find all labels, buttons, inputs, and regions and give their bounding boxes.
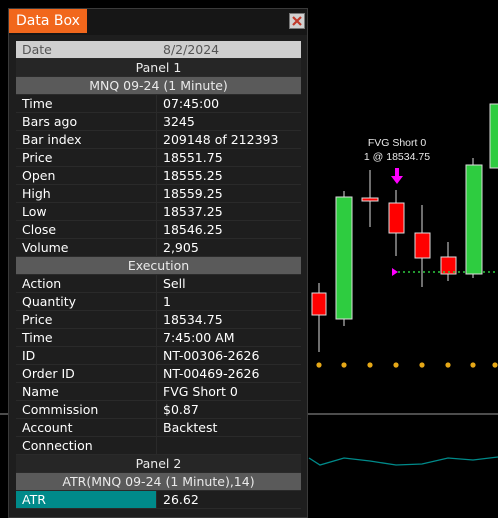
bar-row-value: 18537.25 (163, 204, 223, 219)
execution-row-value: Sell (163, 276, 186, 291)
execution-row: Time 7:45:00 AM (16, 329, 301, 347)
bar-row-value: 07:45:00 (163, 96, 220, 111)
execution-row-label: Name (16, 383, 157, 400)
bar-row-label: Bars ago (16, 113, 157, 130)
bar-row-value: 3245 (163, 114, 195, 129)
execution-row-label: ID (16, 347, 157, 364)
arrow-down-icon[interactable] (391, 168, 403, 184)
execution-row-label: Connection (16, 437, 157, 454)
bar-row-label: Price (16, 149, 157, 166)
execution-row-value: Backtest (163, 420, 218, 435)
date-value: 8/2/2024 (163, 42, 220, 57)
atr-label: ATR (16, 491, 157, 508)
indicator-dots (316, 362, 498, 368)
date-label: Date (22, 42, 52, 57)
bar-row: Bars ago 3245 (16, 113, 301, 131)
execution-row-label: Order ID (16, 365, 157, 382)
candle-bear (388, 202, 405, 234)
panel1-label: Panel 1 (135, 60, 182, 75)
execution-row: Connection (16, 437, 301, 455)
bar-row: High 18559.25 (16, 185, 301, 203)
bar-row: Bar index 209148 of 212393 (16, 131, 301, 149)
execution-row: Account Backtest (16, 419, 301, 437)
candle-bull (335, 196, 353, 320)
execution-row-value (157, 437, 301, 454)
bar-row: Low 18537.25 (16, 203, 301, 221)
bar-row: Open 18555.25 (16, 167, 301, 185)
instrument-label: MNQ 09-24 (1 Minute) (89, 78, 228, 93)
atr-value: 26.62 (163, 492, 199, 507)
execution-row-value: $0.87 (163, 402, 199, 417)
atr-row: ATR 26.62 (16, 491, 301, 509)
execution-row-value: 7:45:00 AM (163, 330, 235, 345)
instrument-header: MNQ 09-24 (1 Minute) (16, 77, 301, 95)
execution-header: Execution (16, 257, 301, 275)
indicator-label: ATR(MNQ 09-24 (1 Minute),14) (62, 474, 255, 489)
execution-row-label: Account (16, 419, 157, 436)
candle-bear (414, 232, 431, 259)
execution-row-label: Time (16, 329, 157, 346)
bar-row-label: Close (16, 221, 157, 238)
execution-row: Action Sell (16, 275, 301, 293)
trade-annotation-title: FVG Short 0 (368, 137, 427, 149)
execution-row: ID NT-00306-2626 (16, 347, 301, 365)
bar-row-label: Bar index (16, 131, 157, 148)
bar-row-value: 18555.25 (163, 168, 223, 183)
bar-row-label: Low (16, 203, 157, 220)
execution-row: Quantity 1 (16, 293, 301, 311)
panel1-header: Panel 1 (16, 59, 301, 77)
bar-row-label: Volume (16, 239, 157, 256)
bar-row-value: 18546.25 (163, 222, 223, 237)
bar-row-label: Time (16, 95, 157, 112)
candle-bull (465, 164, 483, 275)
bar-row-value: 2,905 (163, 240, 199, 255)
atr-line (308, 456, 498, 466)
bar-row: Price 18551.75 (16, 149, 301, 167)
bar-row-value: 18559.25 (163, 186, 223, 201)
candle-bull (489, 103, 498, 169)
data-box-window[interactable]: Data Box Date 8/2/2024 Panel 1 MNQ 09-24… (8, 8, 308, 518)
execution-row-label: Quantity (16, 293, 157, 310)
execution-row-value: FVG Short 0 (163, 384, 238, 399)
indicator-header: ATR(MNQ 09-24 (1 Minute),14) (16, 473, 301, 491)
execution-row-label: Price (16, 311, 157, 328)
bar-row: Volume 2,905 (16, 239, 301, 257)
bar-row: Time 07:45:00 (16, 95, 301, 113)
execution-row-value: 1 (163, 294, 171, 309)
panel2-header: Panel 2 (16, 455, 301, 473)
execution-row: Price 18534.75 (16, 311, 301, 329)
trade-annotation-detail: 1 @ 18534.75 (364, 151, 430, 163)
date-row: Date 8/2/2024 (16, 41, 301, 59)
bar-row-value: 18551.75 (163, 150, 223, 165)
execution-row-value: 18534.75 (163, 312, 223, 327)
execution-row: Order ID NT-00469-2626 (16, 365, 301, 383)
execution-row-label: Action (16, 275, 157, 292)
bar-row: Close 18546.25 (16, 221, 301, 239)
execution-row-value: NT-00306-2626 (163, 348, 260, 363)
candle-doji (361, 197, 379, 202)
execution-label: Execution (127, 258, 190, 273)
data-box-titlebar[interactable]: Data Box (9, 9, 307, 35)
execution-row-value: NT-00469-2626 (163, 366, 260, 381)
bar-row-label: Open (16, 167, 157, 184)
data-box-title: Data Box (9, 9, 87, 33)
panel2-label: Panel 2 (135, 456, 182, 471)
execution-row-label: Commission (16, 401, 157, 418)
execution-row: Commission $0.87 (16, 401, 301, 419)
bar-row-value: 209148 of 212393 (163, 132, 279, 147)
data-box-grid: Date 8/2/2024 Panel 1 MNQ 09-24 (1 Minut… (16, 41, 301, 509)
bar-row-label: High (16, 185, 157, 202)
close-x-icon[interactable] (289, 13, 305, 29)
candle-bear (311, 292, 327, 316)
execution-row: Name FVG Short 0 (16, 383, 301, 401)
